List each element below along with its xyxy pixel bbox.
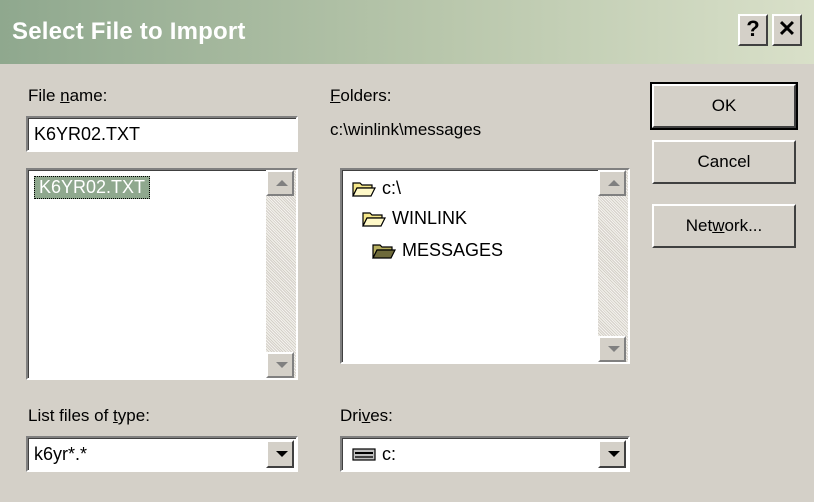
folder-item-c[interactable]: c:\ xyxy=(352,178,401,199)
up-arrow-icon xyxy=(276,180,288,186)
help-button[interactable]: ? xyxy=(738,14,768,46)
file-type-label-prefix: List files of xyxy=(28,406,114,425)
drives-dropdown-button[interactable] xyxy=(598,440,626,468)
cancel-button[interactable]: Cancel xyxy=(652,140,796,184)
file-list-scrollbar[interactable] xyxy=(266,170,296,378)
down-arrow-icon xyxy=(608,346,620,352)
drives-label-suffix: es: xyxy=(370,406,393,425)
open-folder-icon xyxy=(352,182,376,197)
file-name-input[interactable]: K6YR02.TXT xyxy=(26,116,298,152)
folder-item-messages[interactable]: MESSAGES xyxy=(372,240,503,261)
folder-label: WINLINK xyxy=(392,208,468,228)
folder-label: c:\ xyxy=(382,178,402,198)
file-type-select[interactable]: k6yr*.* xyxy=(26,436,298,472)
drives-select[interactable]: c: xyxy=(340,436,630,472)
drives-label: Drives: xyxy=(340,406,393,426)
drive-value: c: xyxy=(382,444,397,464)
folder-label: MESSAGES xyxy=(402,240,504,260)
file-type-label: List files of type: xyxy=(28,406,150,426)
select-file-dialog: Select File to Import ? ✕ File name: K6Y… xyxy=(0,0,814,502)
network-button[interactable]: Network... xyxy=(652,204,796,248)
drives-label-accel: v xyxy=(361,406,371,425)
chevron-down-icon xyxy=(608,451,620,457)
dialog-title: Select File to Import xyxy=(12,18,246,45)
up-arrow-icon xyxy=(608,180,620,186)
folders-label-accel: F xyxy=(330,86,341,105)
file-type-value: k6yr*.* xyxy=(34,444,88,464)
help-icon: ? xyxy=(746,16,760,41)
network-label-prefix: Net xyxy=(685,216,713,235)
scroll-up-button[interactable] xyxy=(598,170,626,196)
scroll-down-button[interactable] xyxy=(266,352,294,378)
folders-label-suffix: olders: xyxy=(340,86,392,105)
drives-label-prefix: Dri xyxy=(340,406,362,425)
file-name-value: K6YR02.TXT xyxy=(34,124,141,144)
file-type-label-suffix: ype: xyxy=(117,406,150,425)
folder-tree-scrollbar[interactable] xyxy=(598,170,628,362)
open-folder-icon xyxy=(362,212,386,227)
current-path: c:\winlink\messages xyxy=(330,120,482,139)
file-list[interactable]: K6YR02.TXT xyxy=(26,168,298,380)
file-type-dropdown-button[interactable] xyxy=(266,440,294,468)
scroll-up-button[interactable] xyxy=(266,170,294,196)
scroll-down-button[interactable] xyxy=(598,336,626,362)
down-arrow-icon xyxy=(276,362,288,368)
network-label-accel: w xyxy=(712,216,725,235)
close-icon: ✕ xyxy=(777,16,797,41)
file-list-item[interactable]: K6YR02.TXT xyxy=(34,176,151,199)
title-bar[interactable]: Select File to Import ? ✕ xyxy=(0,0,814,64)
cancel-label: Cancel xyxy=(697,152,751,171)
ok-button[interactable]: OK xyxy=(650,82,798,130)
network-label-suffix: ork... xyxy=(724,216,763,235)
folder-tree[interactable]: c:\ WINLINK MESSAGES xyxy=(340,168,630,364)
ok-label: OK xyxy=(711,96,737,115)
drive-icon xyxy=(352,448,376,461)
chevron-down-icon xyxy=(276,451,288,457)
file-name-label-suffix: ame: xyxy=(69,86,108,105)
folder-item-winlink[interactable]: WINLINK xyxy=(362,208,467,229)
file-name-label: File name: xyxy=(28,86,107,106)
open-folder-icon xyxy=(372,244,396,259)
file-name-label-accel: n xyxy=(60,86,70,105)
close-button[interactable]: ✕ xyxy=(772,14,802,46)
folders-label: Folders: xyxy=(330,86,391,106)
file-name-label-prefix: File xyxy=(28,86,61,105)
